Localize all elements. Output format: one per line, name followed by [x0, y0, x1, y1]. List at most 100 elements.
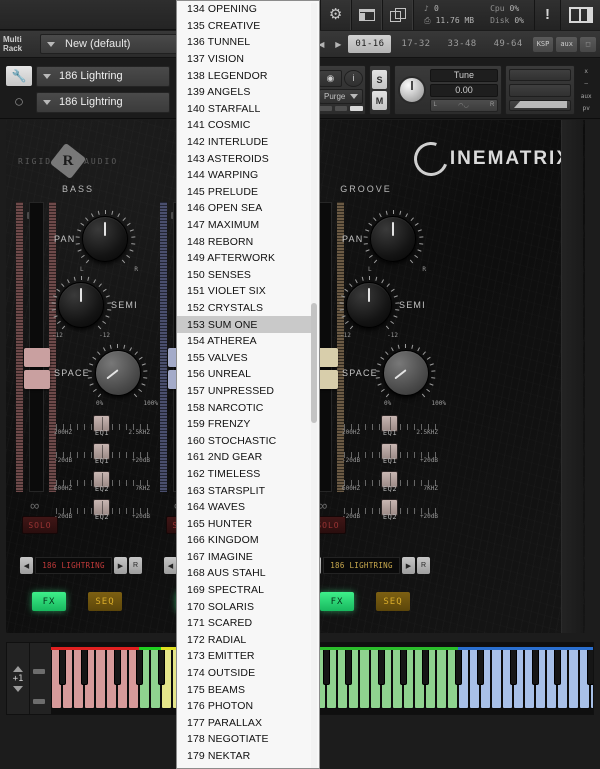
dropdown-item[interactable]: 172 RADIAL: [177, 632, 311, 649]
piano-black-key[interactable]: [399, 647, 407, 685]
piano-white-key[interactable]: [436, 647, 447, 709]
dropdown-item[interactable]: 155 VALVES: [177, 349, 311, 366]
range-tab-49-64[interactable]: 49-64: [487, 35, 530, 53]
instrument-mute-button[interactable]: M: [372, 91, 387, 110]
warning-icon[interactable]: !: [534, 0, 560, 30]
dropdown-item[interactable]: 141 COSMIC: [177, 117, 311, 134]
dropdown-item[interactable]: 151 VIOLET SIX: [177, 283, 311, 300]
link-icon[interactable]: ∞: [30, 498, 39, 513]
dropdown-item[interactable]: 161 2ND GEAR: [177, 449, 311, 466]
fader-handle[interactable]: [24, 370, 50, 389]
piano-black-key[interactable]: [322, 647, 330, 685]
dropdown-item[interactable]: 157 UNPRESSED: [177, 383, 311, 400]
ksp-button[interactable]: KSP: [532, 36, 554, 52]
dropdown-item[interactable]: 156 UNREAL: [177, 366, 311, 383]
eq-slider[interactable]: 200HZ EQ1 2.5KHZ: [54, 412, 150, 439]
dropdown-item[interactable]: 167 IMAGINE: [177, 549, 311, 566]
dropdown-item[interactable]: 163 STARSPLIT: [177, 482, 311, 499]
piano-black-key[interactable]: [586, 647, 593, 685]
instrument-name-field-top[interactable]: 186 Lightring: [36, 65, 170, 87]
dropdown-item[interactable]: 166 KINGDOM: [177, 532, 311, 549]
dropdown-item[interactable]: 168 AUS STAHL: [177, 565, 311, 582]
dropdown-item[interactable]: 176 PHOTON: [177, 698, 311, 715]
pan-knob[interactable]: [363, 210, 424, 264]
aux-label[interactable]: aux: [581, 93, 592, 100]
dropdown-item[interactable]: 137 VISION: [177, 51, 311, 68]
preset-display[interactable]: 186 LIGHTRING: [323, 557, 400, 574]
dropdown-item[interactable]: 162 TIMELESS: [177, 466, 311, 483]
eq-slider[interactable]: -20dB EQ1 +20dB: [342, 440, 438, 467]
piano-black-key[interactable]: [344, 647, 352, 685]
dropdown-item[interactable]: 178 NEGOTIATE: [177, 731, 311, 748]
dropdown-item[interactable]: 146 OPEN SEA: [177, 200, 311, 217]
piano-black-key[interactable]: [377, 647, 385, 685]
dropdown-item[interactable]: 150 SENSES: [177, 267, 311, 284]
dropdown-item[interactable]: 134 OPENING: [177, 1, 311, 18]
instrument-solo-button[interactable]: S: [372, 70, 387, 89]
dropdown-item[interactable]: 170 SOLARIS: [177, 598, 311, 615]
info-icon[interactable]: i: [343, 69, 363, 87]
piano-white-key[interactable]: [359, 647, 370, 709]
next-arrow-icon[interactable]: ▶: [331, 35, 345, 53]
close-icon[interactable]: x: [584, 68, 588, 75]
dropdown-item[interactable]: 144 WARPING: [177, 167, 311, 184]
tune-knob[interactable]: [397, 76, 426, 104]
dropdown-item[interactable]: 175 BEAMS: [177, 681, 311, 698]
eq-slider[interactable]: -20dB EQ2 +20dB: [54, 496, 150, 523]
aux-button[interactable]: aux: [556, 36, 577, 52]
dropdown-item[interactable]: 164 WAVES: [177, 499, 311, 516]
pan-slider[interactable]: L ◠◡ R: [429, 98, 499, 112]
pan-knob[interactable]: [75, 210, 136, 264]
preset-random-button[interactable]: R: [417, 557, 430, 574]
piano-black-key[interactable]: [476, 647, 484, 685]
gear-icon[interactable]: ⚙: [320, 0, 352, 30]
piano-black-key[interactable]: [80, 647, 88, 685]
dropdown-item[interactable]: 140 STARFALL: [177, 101, 311, 118]
solo-button[interactable]: SOLO: [22, 516, 58, 534]
piano-black-key[interactable]: [509, 647, 517, 685]
dropdown-item[interactable]: 177 PARALLAX: [177, 715, 311, 732]
fx-button[interactable]: FX: [320, 592, 354, 611]
preset-dropdown-menu[interactable]: 134 OPENING 135 CREATIVE 136 TUNNEL 137 VIS…: [176, 0, 320, 769]
mod-wheel[interactable]: [33, 699, 45, 704]
pitch-wheel[interactable]: [33, 669, 45, 674]
piano-keys[interactable]: [51, 643, 593, 714]
layout-icon[interactable]: [351, 0, 383, 30]
dropdown-item[interactable]: 147 MAXIMUM: [177, 217, 311, 234]
dropdown-item[interactable]: 171 SCARED: [177, 615, 311, 632]
fader-handle[interactable]: [24, 348, 50, 367]
preset-next-button[interactable]: ▶: [402, 557, 415, 574]
dropdown-item[interactable]: 154 ATHEREA: [177, 333, 311, 350]
dropdown-item[interactable]: 165 HUNTER: [177, 515, 311, 532]
pitch-mod-wheels[interactable]: [29, 643, 49, 714]
fader-track[interactable]: [29, 202, 44, 492]
piano-black-key[interactable]: [421, 647, 429, 685]
dropdown-item[interactable]: 139 ANGELS: [177, 84, 311, 101]
dropdown-item[interactable]: 143 ASTEROIDS: [177, 150, 311, 167]
fx-button[interactable]: FX: [32, 592, 66, 611]
dropdown-item[interactable]: 169 SPECTRAL: [177, 582, 311, 599]
space-knob[interactable]: [375, 344, 436, 398]
octave-stepper[interactable]: +1: [7, 665, 29, 692]
dropdown-item[interactable]: 136 TUNNEL: [177, 34, 311, 51]
preset-display[interactable]: 186 LIGHTRING: [35, 557, 112, 574]
dropdown-item[interactable]: 142 INTERLUDE: [177, 134, 311, 151]
semi-knob[interactable]: [339, 276, 399, 330]
range-tab-01-16[interactable]: 01-16: [348, 35, 392, 53]
minimize-icon[interactable]: –: [584, 80, 588, 87]
preset-random-button[interactable]: R: [129, 557, 142, 574]
window-icon[interactable]: [382, 0, 414, 30]
dropdown-item[interactable]: 173 EMITTER: [177, 648, 311, 665]
dropdown-item[interactable]: 145 PRELUDE: [177, 184, 311, 201]
tune-value[interactable]: 0.00: [429, 83, 499, 97]
piano-white-key[interactable]: [491, 647, 502, 709]
range-tab-17-32[interactable]: 17-32: [394, 35, 437, 53]
dropdown-item[interactable]: 159 FRENZY: [177, 416, 311, 433]
purge-menu[interactable]: Purge: [319, 88, 363, 104]
dropdown-scrollbar-thumb[interactable]: [311, 303, 317, 423]
piano-black-key[interactable]: [157, 647, 165, 685]
expand-button[interactable]: ⬚: [580, 36, 596, 52]
dropdown-item[interactable]: 138 LEGENDOR: [177, 67, 311, 84]
eq-slider[interactable]: 200HZ EQ1 2.5KHZ: [342, 412, 438, 439]
dropdown-item[interactable]: 148 REBORN: [177, 233, 311, 250]
